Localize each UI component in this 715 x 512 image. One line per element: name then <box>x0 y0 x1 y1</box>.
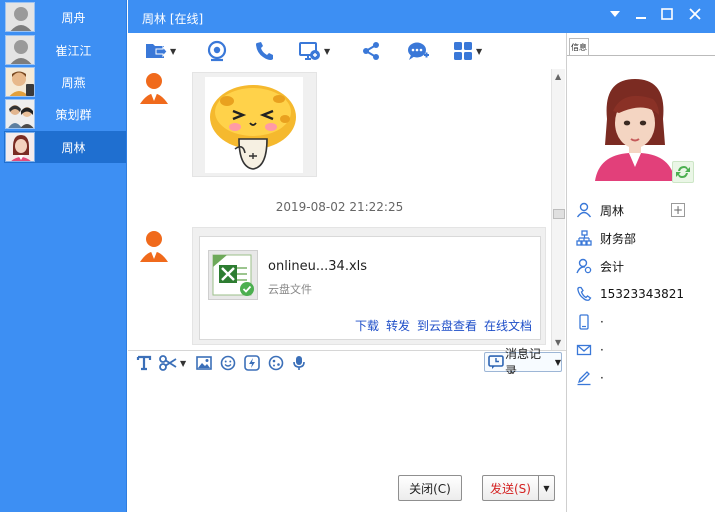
profile-department-row: 财务部 <box>575 227 713 249</box>
sticker-message[interactable] <box>192 72 317 177</box>
chat-scrollbar[interactable]: ▲ ▼ <box>551 69 565 350</box>
chevron-down-icon[interactable] <box>604 4 626 24</box>
contact-name: 周燕 <box>61 75 86 90</box>
contact-item[interactable]: 崔江江 <box>4 34 126 66</box>
refresh-icon[interactable] <box>672 161 694 183</box>
user-role-icon <box>575 257 593 275</box>
avatar <box>5 2 35 32</box>
profile-device: · <box>600 315 604 329</box>
emoji-icon[interactable] <box>220 353 236 373</box>
chevron-down-icon: ▼ <box>554 357 561 367</box>
send-options-dropdown[interactable]: ▼ <box>538 475 555 501</box>
close-icon[interactable] <box>684 4 706 24</box>
forward-link[interactable]: 转发 <box>386 317 410 334</box>
scroll-up-arrow-icon[interactable]: ▲ <box>555 72 561 81</box>
profile-phone[interactable]: 15323343821 <box>600 287 684 301</box>
scissors-icon[interactable]: ▼ <box>159 353 186 373</box>
profile-avatar <box>589 75 681 181</box>
file-name: onlineu...34.xls <box>268 259 368 274</box>
contact-name: 周林 <box>61 140 86 155</box>
maximize-icon[interactable] <box>656 4 678 24</box>
share-icon[interactable] <box>360 39 382 63</box>
edit-signature-icon <box>575 369 593 387</box>
profile-role: 会计 <box>600 259 625 274</box>
contact-name: 策划群 <box>55 107 92 122</box>
tab-info[interactable]: 信息 <box>569 38 589 56</box>
video-call-icon[interactable] <box>206 39 228 63</box>
contact-name: 崔江江 <box>55 43 92 58</box>
user-icon <box>575 201 593 219</box>
profile-signature-row: · <box>575 367 713 389</box>
avatar <box>5 35 35 65</box>
new-message-icon[interactable] <box>406 39 430 63</box>
send-button[interactable]: 发送(S) <box>482 475 539 501</box>
excel-file-icon <box>208 250 258 300</box>
group-avatar <box>5 99 35 129</box>
avatar <box>5 67 35 97</box>
profile-signature: · <box>600 371 604 385</box>
profile-name-row: 周林 <box>575 199 713 221</box>
scroll-down-arrow-icon[interactable]: ▼ <box>555 338 561 347</box>
sticker-icon[interactable] <box>268 353 284 373</box>
tab-divider <box>567 55 715 56</box>
send-file-icon[interactable]: ▼ <box>144 39 176 63</box>
message-compose-area: 关闭(C) 发送(S) ▼ <box>128 374 566 512</box>
flash-icon[interactable] <box>244 353 260 373</box>
contact-name: 周舟 <box>61 10 86 25</box>
profile-role-row: 会计 <box>575 255 713 277</box>
profile-name: 周林 <box>600 203 625 218</box>
file-message: onlineu...34.xls 云盘文件 下载 转发 到云盘查看 在线文档 <box>192 227 546 345</box>
profile-email-row: · <box>575 339 713 361</box>
file-source-label: 云盘文件 <box>268 283 312 296</box>
org-chart-icon <box>575 229 593 247</box>
scroll-thumb[interactable] <box>553 209 565 219</box>
avatar <box>5 132 35 162</box>
contact-item[interactable]: 策划群 <box>4 98 126 130</box>
input-toolbar: ▼ 消息记录 ▼ <box>128 347 566 378</box>
file-card[interactable]: onlineu...34.xls 云盘文件 下载 转发 到云盘查看 在线文档 <box>199 236 541 340</box>
close-button[interactable]: 关闭(C) <box>398 475 462 501</box>
online-document-link[interactable]: 在线文档 <box>484 317 532 334</box>
voice-call-icon[interactable] <box>253 39 275 63</box>
image-icon[interactable] <box>196 353 212 373</box>
mobile-icon <box>575 313 593 331</box>
contact-item-active[interactable]: 周林 <box>4 131 126 163</box>
view-in-cloud-link[interactable]: 到云盘查看 <box>417 317 477 334</box>
apps-icon[interactable]: ▼ <box>452 39 482 63</box>
chat-toolbar: ▼ ▼ ▼ <box>128 33 566 69</box>
mushroom-sticker-image <box>205 77 303 173</box>
profile-phone-row: 15323343821 <box>575 283 713 305</box>
message-input[interactable] <box>132 378 560 470</box>
contact-item[interactable]: 周燕 <box>4 66 126 98</box>
sender-avatar-icon <box>137 229 171 265</box>
add-contact-icon[interactable]: + <box>671 203 685 217</box>
email-icon <box>575 341 593 359</box>
chat-history: 2019-08-02 21:22:25 onlineu...34.xls 云盘文… <box>128 69 551 350</box>
microphone-icon[interactable] <box>292 353 306 373</box>
file-action-links: 下载 转发 到云盘查看 在线文档 <box>355 317 532 334</box>
title-bar: 周林 [在线] <box>128 0 715 33</box>
contact-list: 周舟 崔江江 周燕 策划群 周林 <box>0 0 127 512</box>
window-title: 周林 [在线] <box>142 12 204 26</box>
download-link[interactable]: 下载 <box>355 317 379 334</box>
font-icon[interactable] <box>136 353 152 373</box>
sender-avatar-icon <box>137 71 171 107</box>
phone-icon <box>575 285 593 303</box>
profile-device-row: · <box>575 311 713 333</box>
message-timestamp: 2019-08-02 21:22:25 <box>275 200 404 214</box>
profile-panel: 信息 周林 + 财务部 会计 15323343821 · · · <box>566 33 715 512</box>
minimize-icon[interactable] <box>630 4 652 24</box>
profile-email: · <box>600 343 604 357</box>
message-history-button[interactable]: 消息记录 ▼ <box>484 347 562 378</box>
profile-department: 财务部 <box>600 231 637 246</box>
remote-desktop-icon[interactable]: ▼ <box>298 39 330 63</box>
contact-item[interactable]: 周舟 <box>4 1 126 33</box>
history-icon <box>488 355 504 369</box>
